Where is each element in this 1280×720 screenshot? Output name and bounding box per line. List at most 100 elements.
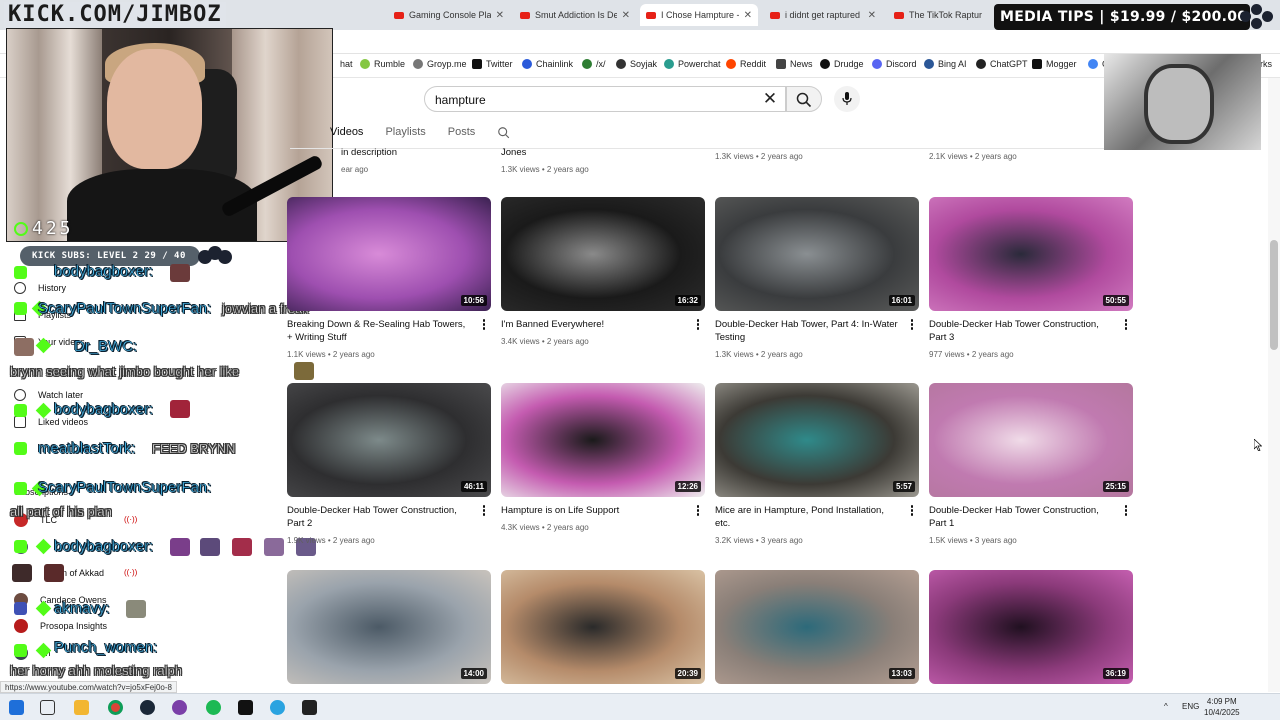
spotify-icon[interactable] — [206, 700, 221, 715]
tray-chevron-icon[interactable]: ^ — [1164, 702, 1168, 711]
search-input[interactable] — [435, 91, 755, 109]
more-options-icon[interactable] — [909, 505, 915, 517]
close-icon[interactable]: ✕ — [496, 10, 504, 21]
clear-search-icon[interactable]: ✕ — [762, 90, 778, 107]
sidebar-item-history[interactable]: History — [14, 282, 66, 294]
live-icon: ((·)) — [124, 568, 138, 577]
bookmark[interactable]: Twitter — [472, 59, 513, 69]
video-card[interactable]: 13:03 — [715, 570, 919, 684]
bookmark[interactable]: Mogger — [1032, 59, 1077, 69]
video-title[interactable]: Jones — [501, 147, 526, 158]
video-thumbnail[interactable]: 46:11 — [287, 383, 491, 497]
video-card[interactable]: 16:01 Double-Decker Hab Tower, Part 4: In… — [715, 197, 919, 359]
browser-tab[interactable]: The TikTok Rapture — [888, 4, 988, 26]
bookmark[interactable]: rks — [1260, 59, 1272, 69]
youtube-icon — [520, 11, 530, 19]
tab-playlists[interactable]: Playlists — [385, 126, 425, 146]
more-options-icon[interactable] — [481, 505, 487, 517]
video-card[interactable]: 20:39 — [501, 570, 705, 684]
video-title[interactable]: Breaking Down & Re-Sealing Hab Towers, +… — [287, 318, 472, 344]
tab-title: Smut Addiction Is Des — [535, 10, 617, 20]
bookmark[interactable]: Groyp.me — [413, 59, 467, 69]
video-thumbnail[interactable]: 12:26 — [501, 383, 705, 497]
video-card[interactable]: 36:19 — [929, 570, 1133, 684]
kick-badge-icon — [14, 266, 27, 279]
video-card[interactable]: 14:00 — [287, 570, 491, 684]
bookmark[interactable]: Discord — [872, 59, 917, 69]
video-title[interactable]: Double-Decker Hab Tower Construction, Pa… — [929, 504, 1114, 530]
bookmark[interactable]: /x/ — [582, 59, 606, 69]
taskbar-clock[interactable]: 4:09 PM 10/4/2025 — [1204, 696, 1240, 718]
video-title[interactable]: I'm Banned Everywhere! — [501, 318, 686, 331]
telegram-icon[interactable] — [270, 700, 285, 715]
video-thumbnail[interactable]: 5:57 — [715, 383, 919, 497]
video-card[interactable]: 10:56 Breaking Down & Re-Sealing Hab Towe… — [287, 197, 491, 359]
tab-posts[interactable]: Posts — [448, 126, 476, 146]
x-board-icon — [582, 59, 592, 69]
steam-icon[interactable] — [140, 700, 155, 715]
video-card[interactable]: 16:32 I'm Banned Everywhere! 3.4K views • … — [501, 197, 705, 346]
bookmark[interactable]: Drudge — [820, 59, 864, 69]
browser-tab-active[interactable]: I Chose Hampture - Yo ✕ — [640, 4, 758, 26]
video-thumbnail[interactable]: 36:19 — [929, 570, 1133, 684]
voice-search-button[interactable] — [834, 86, 860, 112]
browser-tab[interactable]: Smut Addiction Is Des ✕ — [514, 4, 636, 26]
more-options-icon[interactable] — [695, 505, 701, 517]
bookmark[interactable]: Reddit — [726, 59, 766, 69]
video-card[interactable]: 25:15 Double-Decker Hab Tower Constructio… — [929, 383, 1133, 545]
close-icon[interactable]: ✕ — [744, 10, 752, 21]
kick-badge-icon — [14, 442, 27, 455]
video-thumbnail[interactable]: 16:01 — [715, 197, 919, 311]
search-button[interactable] — [786, 86, 822, 112]
bookmark[interactable]: News — [776, 59, 813, 69]
bookmark[interactable]: Bing AI — [924, 59, 967, 69]
video-title[interactable]: Mice are in Hampture, Pond Installation,… — [715, 504, 900, 530]
browser-tab[interactable]: Gaming Console Playi ✕ — [388, 4, 510, 26]
video-thumbnail[interactable]: 25:15 — [929, 383, 1133, 497]
scrollbar-thumb[interactable] — [1270, 240, 1278, 350]
video-title[interactable]: Double-Decker Hab Tower Construction, Pa… — [929, 318, 1114, 344]
video-thumbnail[interactable]: 50:55 — [929, 197, 1133, 311]
obs-icon[interactable] — [172, 700, 187, 715]
video-card[interactable]: 5:57 Mice are in Hampture, Pond Installat… — [715, 383, 919, 545]
video-title[interactable]: Double-Decker Hab Tower Construction, Pa… — [287, 504, 472, 530]
more-options-icon[interactable] — [695, 319, 701, 331]
browser-tab[interactable]: i didnt get raptured ✕ — [764, 4, 882, 26]
sidebar-sub[interactable]: Prosopa Insights — [14, 619, 107, 633]
app-icon[interactable] — [302, 700, 317, 715]
channel-search-icon[interactable] — [497, 126, 511, 140]
video-thumbnail[interactable]: 20:39 — [501, 570, 705, 684]
sidebar-item-watch-later[interactable]: Watch later — [14, 389, 83, 401]
more-options-icon[interactable] — [1123, 319, 1129, 331]
chrome-icon[interactable] — [108, 700, 123, 715]
video-card[interactable]: 50:55 Double-Decker Hab Tower Constructio… — [929, 197, 1133, 359]
video-thumbnail[interactable]: 13:03 — [715, 570, 919, 684]
input-language[interactable]: ENG — [1182, 702, 1199, 711]
more-options-icon[interactable] — [1123, 505, 1129, 517]
bookmark[interactable]: Powerchat — [664, 59, 721, 69]
video-title[interactable]: Double-Decker Hab Tower, Part 4: In-Wate… — [715, 318, 900, 344]
app-icon[interactable] — [238, 700, 253, 715]
video-card[interactable]: 46:11 Double-Decker Hab Tower Constructio… — [287, 383, 491, 545]
video-thumbnail[interactable]: 14:00 — [287, 570, 491, 684]
bookmark[interactable]: Chainlink — [522, 59, 573, 69]
close-icon[interactable]: ✕ — [868, 10, 876, 21]
video-thumbnail[interactable]: 10:56 — [287, 197, 491, 311]
bookmark[interactable]: Rumble — [360, 59, 405, 69]
close-icon[interactable]: ✕ — [622, 10, 630, 21]
file-explorer-icon[interactable] — [74, 700, 89, 715]
task-view-icon[interactable] — [40, 700, 55, 715]
scrollbar[interactable] — [1268, 78, 1280, 692]
bookmark[interactable]: Soyjak — [616, 59, 657, 69]
more-options-icon[interactable] — [909, 319, 915, 331]
video-title[interactable]: in description — [341, 147, 397, 158]
avatar — [14, 619, 28, 633]
tab-videos[interactable]: Videos — [330, 126, 363, 146]
more-options-icon[interactable] — [481, 319, 487, 331]
bookmark[interactable]: ChatGPT — [976, 59, 1028, 69]
video-thumbnail[interactable]: 16:32 — [501, 197, 705, 311]
bookmark[interactable]: hat — [340, 59, 353, 69]
video-card[interactable]: 12:26 Hampture is on Life Support 4.3K vie… — [501, 383, 705, 532]
video-title[interactable]: Hampture is on Life Support — [501, 504, 686, 517]
windows-start-icon[interactable] — [9, 700, 24, 715]
